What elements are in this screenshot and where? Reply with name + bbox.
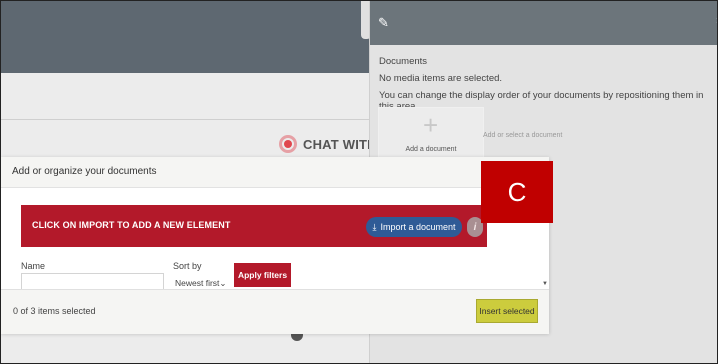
- page-divider: [1, 119, 373, 120]
- dialog-title: Add or organize your documents: [12, 166, 157, 177]
- sort-select[interactable]: Newest first⌄: [175, 278, 227, 289]
- sort-label: Sort by: [173, 261, 202, 271]
- chevron-down-icon: ⌄: [219, 278, 227, 288]
- step-badge: C: [481, 161, 553, 223]
- document-dialog: Add or organize your documents CLICK ON …: [1, 157, 549, 334]
- dialog-header: Add or organize your documents: [1, 157, 549, 188]
- edit-icon[interactable]: ✎: [378, 15, 389, 31]
- scroll-down-icon[interactable]: ▼: [542, 281, 548, 287]
- plus-icon: +: [423, 110, 439, 140]
- apply-filters-button[interactable]: Apply filters: [234, 263, 291, 287]
- no-items-text: No media items are selected.: [379, 73, 503, 84]
- screenshot-frame: CHAT WITH TE ✎ × Documents No media item…: [0, 0, 718, 364]
- selection-status: 0 of 3 items selected: [13, 306, 96, 316]
- upload-icon: ⤓: [372, 221, 377, 232]
- import-document-button[interactable]: ⤓ Import a document: [366, 217, 462, 237]
- import-button-label: Import a document: [380, 222, 456, 232]
- add-document-label: Add a document: [405, 146, 457, 153]
- dialog-footer: 0 of 3 items selected Insert selected: [1, 289, 549, 334]
- add-or-select-hint: Add or select a document: [483, 132, 563, 139]
- chat-icon: [279, 135, 297, 153]
- page-header: [1, 1, 373, 73]
- banner-text: CLICK ON IMPORT TO ADD A NEW ELEMENT: [32, 220, 231, 230]
- sort-value: Newest first: [175, 278, 220, 288]
- insert-selected-button[interactable]: Insert selected: [476, 299, 538, 323]
- name-label: Name: [21, 261, 46, 271]
- panel-heading: Documents: [379, 56, 428, 67]
- panel-header: ✎ ×: [370, 1, 717, 45]
